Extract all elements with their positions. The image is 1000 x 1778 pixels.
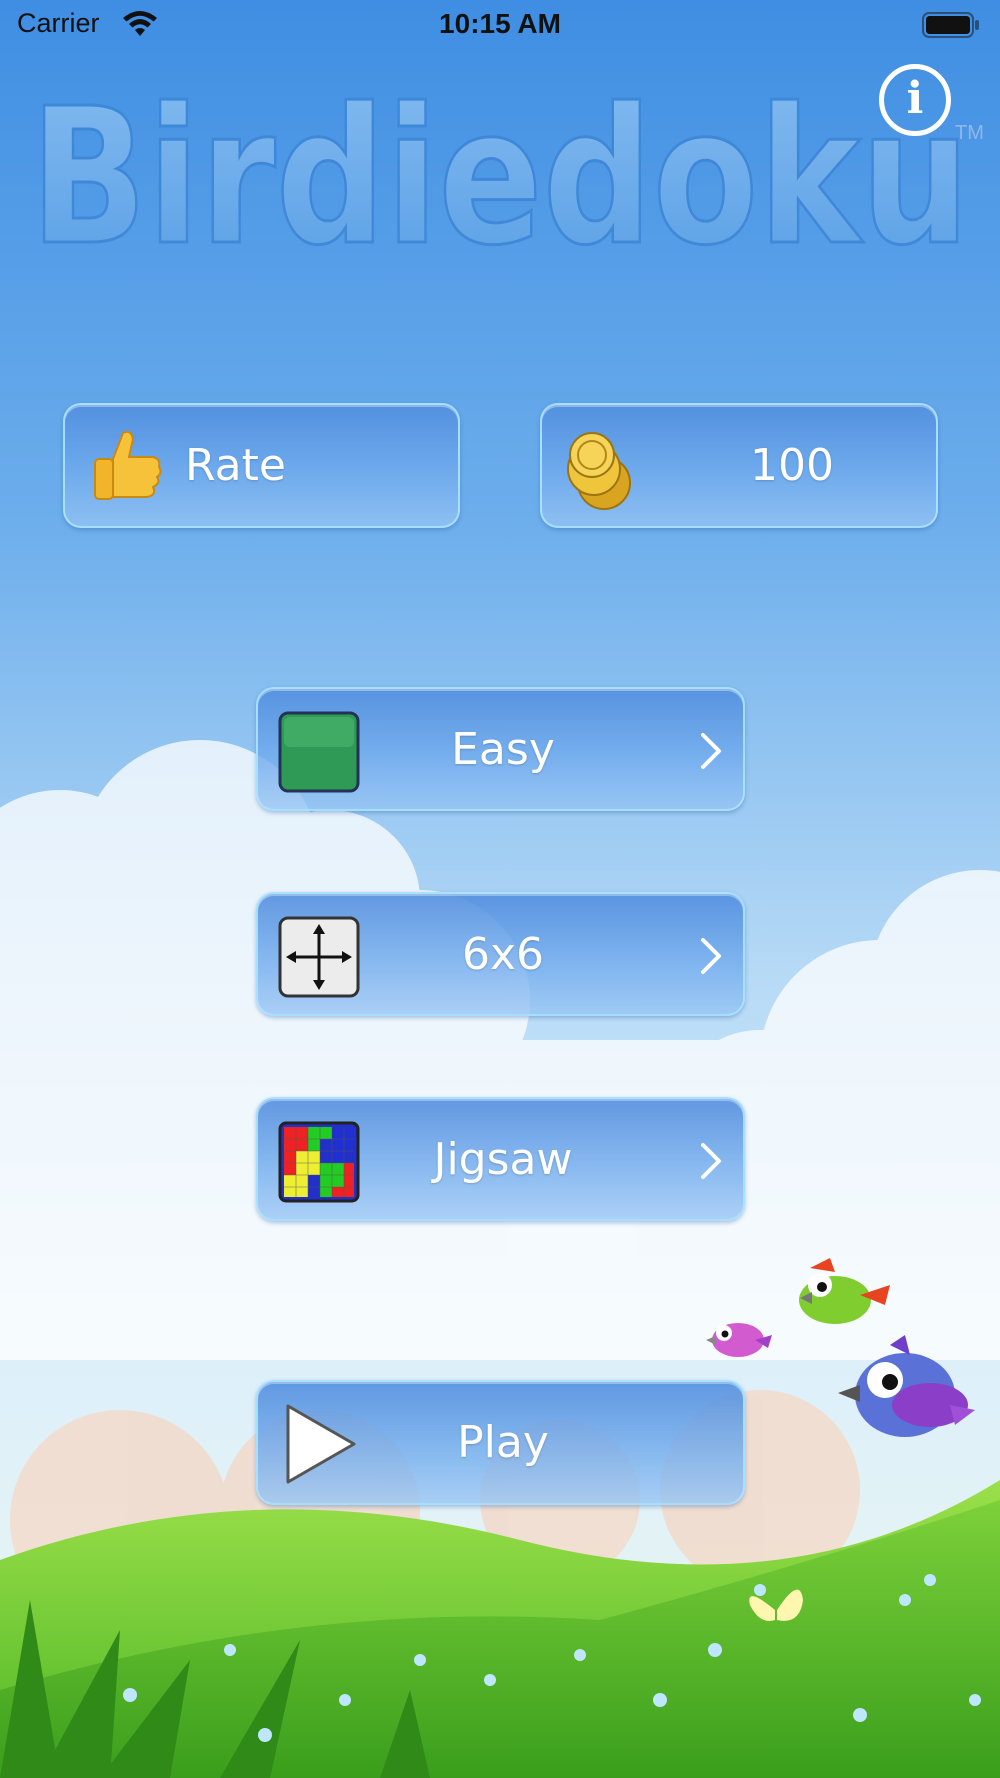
rate-button[interactable]: Rate [63,403,460,528]
thumbs-up-icon [94,430,162,500]
status-bar: Carrier 10:15 AM [0,0,1000,50]
jigsaw-grid-icon [278,1121,360,1203]
puzzle-type-button[interactable]: Jigsaw [256,1097,745,1221]
difficulty-button[interactable]: Easy [256,687,745,811]
trademark-label: TM [955,122,984,144]
play-triangle-icon [286,1404,356,1484]
puzzle-type-label: Jigsaw [433,1133,573,1185]
play-label: Play [457,1417,549,1468]
app-title: Birdiedoku [29,67,972,273]
coins-count: 100 [750,440,834,491]
difficulty-label: Easy [451,723,555,775]
clock: 10:15 AM [439,8,561,39]
svg-text:Birdiedoku: Birdiedoku [30,68,970,272]
info-button[interactable]: i [879,64,951,136]
move-arrows-icon [278,916,360,998]
info-icon: i [906,73,924,124]
grid-size-button[interactable]: 6x6 [256,892,745,1016]
chevron-right-icon [701,1143,721,1179]
chevron-right-icon [701,733,721,769]
rate-label: Rate [185,440,286,491]
green-square-icon [278,711,360,793]
play-button[interactable]: Play [256,1380,745,1505]
grid-size-label: 6x6 [461,928,545,980]
chevron-right-icon [701,938,721,974]
coins-button[interactable]: 100 [540,403,938,528]
battery-icon [922,12,979,38]
gold-coins-icon [567,432,631,510]
